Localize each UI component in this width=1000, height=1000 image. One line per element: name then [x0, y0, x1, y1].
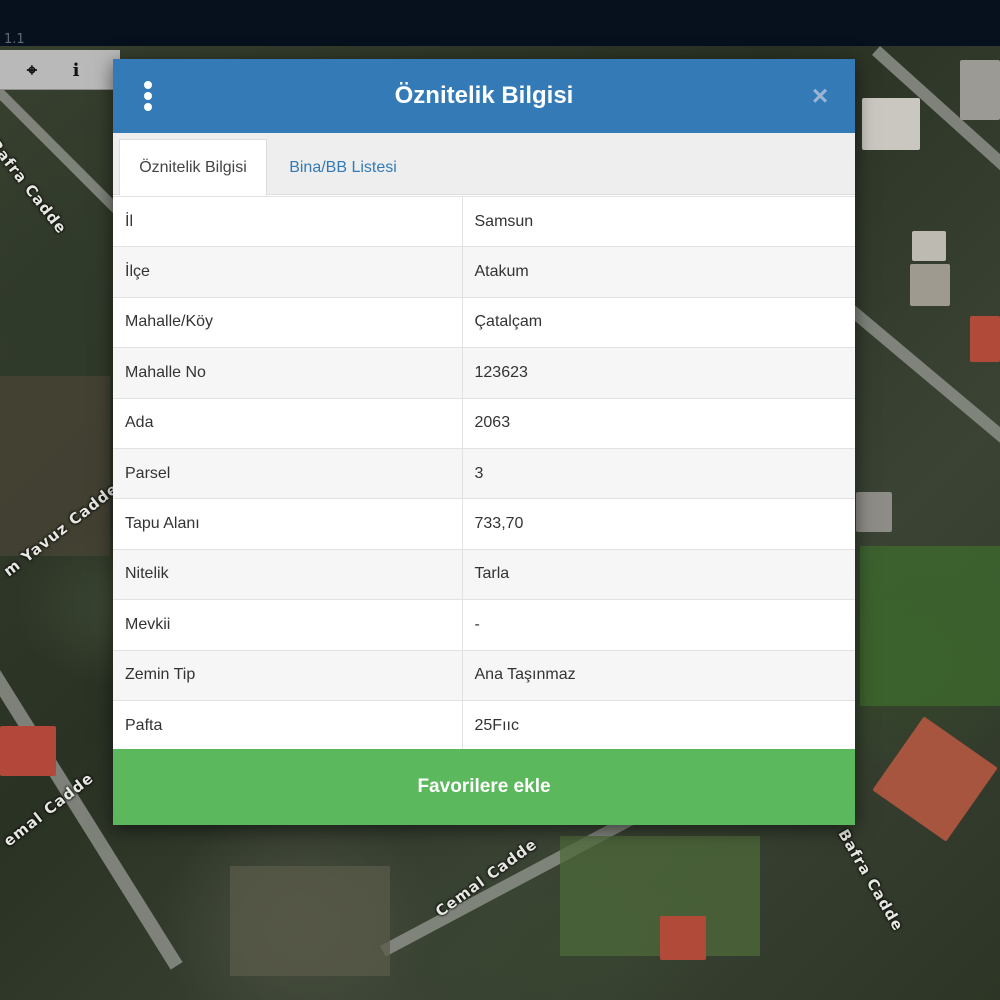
map-building — [872, 716, 998, 842]
table-row: İlçe Atakum — [113, 246, 855, 298]
map-building — [862, 98, 920, 150]
attribute-table: İl Samsun İlçe Atakum Mahalle/Köy Çatalçam Mah… — [113, 195, 855, 751]
attribute-value: Tarla — [462, 548, 855, 600]
info-icon[interactable]: i — [62, 56, 90, 84]
table-row: Mahalle/Köy Çatalçam — [113, 296, 855, 348]
attribute-key: Ada — [113, 397, 463, 449]
attribute-key: İlçe — [113, 246, 463, 298]
tab-attribute-info[interactable]: Öznitelik Bilgisi — [119, 139, 267, 196]
table-row: İl Samsun — [113, 195, 855, 247]
table-row: Parsel 3 — [113, 447, 855, 499]
add-to-favorites-button[interactable]: Favorilere ekle — [113, 749, 855, 825]
attribute-value: Atakum — [462, 246, 855, 298]
attribute-key: Mahalle No — [113, 347, 463, 399]
map-building — [856, 492, 892, 532]
map-building — [970, 316, 1000, 362]
kebab-menu-icon[interactable] — [141, 81, 155, 111]
map-building — [960, 60, 1000, 120]
map-building — [0, 726, 56, 776]
map-field — [860, 546, 1000, 706]
table-row: Zemin Tip Ana Taşınmaz — [113, 649, 855, 701]
attribute-value: 2063 — [462, 397, 855, 449]
modal-header: Öznitelik Bilgisi × — [113, 59, 855, 133]
attribute-key: Mevkii — [113, 599, 463, 651]
modal-title: Öznitelik Bilgisi — [394, 82, 574, 109]
attribute-value: 3 — [462, 447, 855, 499]
version-label: 1.1 — [4, 32, 25, 47]
top-app-bar: 1.1 — [0, 0, 1000, 47]
table-row: Nitelik Tarla — [113, 548, 855, 600]
tab-building-list[interactable]: Bina/BB Listesi — [271, 139, 415, 196]
attribute-value: - — [462, 599, 855, 651]
map-building — [912, 231, 946, 261]
modal-tabs: Öznitelik Bilgisi Bina/BB Listesi — [113, 133, 855, 196]
table-row: Ada 2063 — [113, 397, 855, 449]
attribute-key: Pafta — [113, 699, 463, 751]
table-row: Tapu Alanı 733,70 — [113, 498, 855, 550]
attribute-key: İl — [113, 195, 463, 247]
map-building — [910, 264, 950, 306]
attribute-value: Samsun — [462, 195, 855, 247]
crosshair-icon[interactable]: ⌖ — [18, 56, 46, 84]
map-toolbar: ⌖ i — [0, 50, 120, 90]
attribute-value: 733,70 — [462, 498, 855, 550]
attribute-key: Nitelik — [113, 548, 463, 600]
attribute-key: Mahalle/Köy — [113, 296, 463, 348]
map-building — [660, 916, 706, 960]
map-field — [230, 866, 390, 976]
attribute-info-modal: Öznitelik Bilgisi × Öznitelik Bilgisi Bi… — [113, 59, 855, 825]
attribute-key: Tapu Alanı — [113, 498, 463, 550]
attribute-key: Zemin Tip — [113, 649, 463, 701]
close-icon[interactable]: × — [805, 79, 835, 113]
attribute-value: 25Fııc — [462, 699, 855, 751]
table-row: Mevkii - — [113, 599, 855, 651]
attribute-value: 123623 — [462, 347, 855, 399]
table-row: Mahalle No 123623 — [113, 347, 855, 399]
table-row: Pafta 25Fııc — [113, 699, 855, 751]
attribute-value: Çatalçam — [462, 296, 855, 348]
street-label: Bafra Cadde — [834, 826, 908, 935]
attribute-key: Parsel — [113, 447, 463, 499]
attribute-value: Ana Taşınmaz — [462, 649, 855, 701]
